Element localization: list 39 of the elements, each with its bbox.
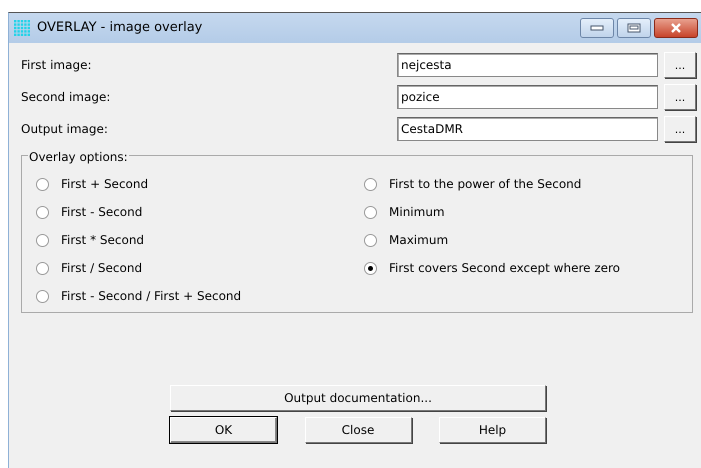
option-label[interactable]: Minimum	[389, 203, 445, 221]
field-label: Output image:	[21, 121, 109, 138]
field-label: Second image:	[21, 89, 112, 106]
radio-button[interactable]	[36, 290, 49, 302]
browse-button[interactable]: ...	[664, 116, 696, 142]
radio-button[interactable]	[364, 178, 377, 190]
dialog-button[interactable]: OK	[170, 417, 277, 443]
option-label[interactable]: First * Second	[61, 231, 144, 249]
browse-button[interactable]: ...	[664, 84, 696, 110]
option-label[interactable]: First covers Second except where zero	[389, 259, 620, 277]
radio-button[interactable]	[364, 234, 377, 246]
option-label[interactable]: First + Second	[61, 175, 148, 193]
radio-button[interactable]	[36, 234, 49, 246]
maximize-button[interactable]	[617, 18, 651, 38]
option-label[interactable]: Maximum	[389, 231, 448, 249]
radio-button[interactable]	[364, 206, 377, 218]
minimize-icon	[590, 25, 604, 31]
maximize-icon	[627, 23, 641, 33]
close-icon	[670, 23, 682, 33]
dialog-button[interactable]: Help	[439, 417, 546, 443]
option-label[interactable]: First to the power of the Second	[389, 175, 582, 193]
text-field[interactable]: nejcesta	[397, 53, 658, 77]
radio-button[interactable]	[364, 262, 377, 274]
browse-button[interactable]: ...	[664, 52, 696, 78]
radio-button[interactable]	[36, 262, 49, 274]
minimize-button[interactable]	[580, 18, 614, 38]
text-field[interactable]: CestaDMR	[397, 117, 658, 141]
output-documentation-button[interactable]: Output documentation...	[170, 385, 546, 411]
window-title: OVERLAY - image overlay	[37, 19, 202, 38]
radio-button[interactable]	[36, 206, 49, 218]
option-label[interactable]: First / Second	[61, 259, 142, 277]
option-label[interactable]: First - Second	[61, 203, 142, 221]
option-label[interactable]: First - Second / First + Second	[61, 287, 242, 305]
field-label: First image:	[21, 57, 92, 74]
app-icon	[13, 19, 31, 37]
radio-button[interactable]	[36, 178, 49, 190]
dialog-button[interactable]: Close	[304, 417, 412, 443]
close-button[interactable]	[654, 18, 698, 38]
text-field[interactable]: pozice	[397, 85, 658, 109]
